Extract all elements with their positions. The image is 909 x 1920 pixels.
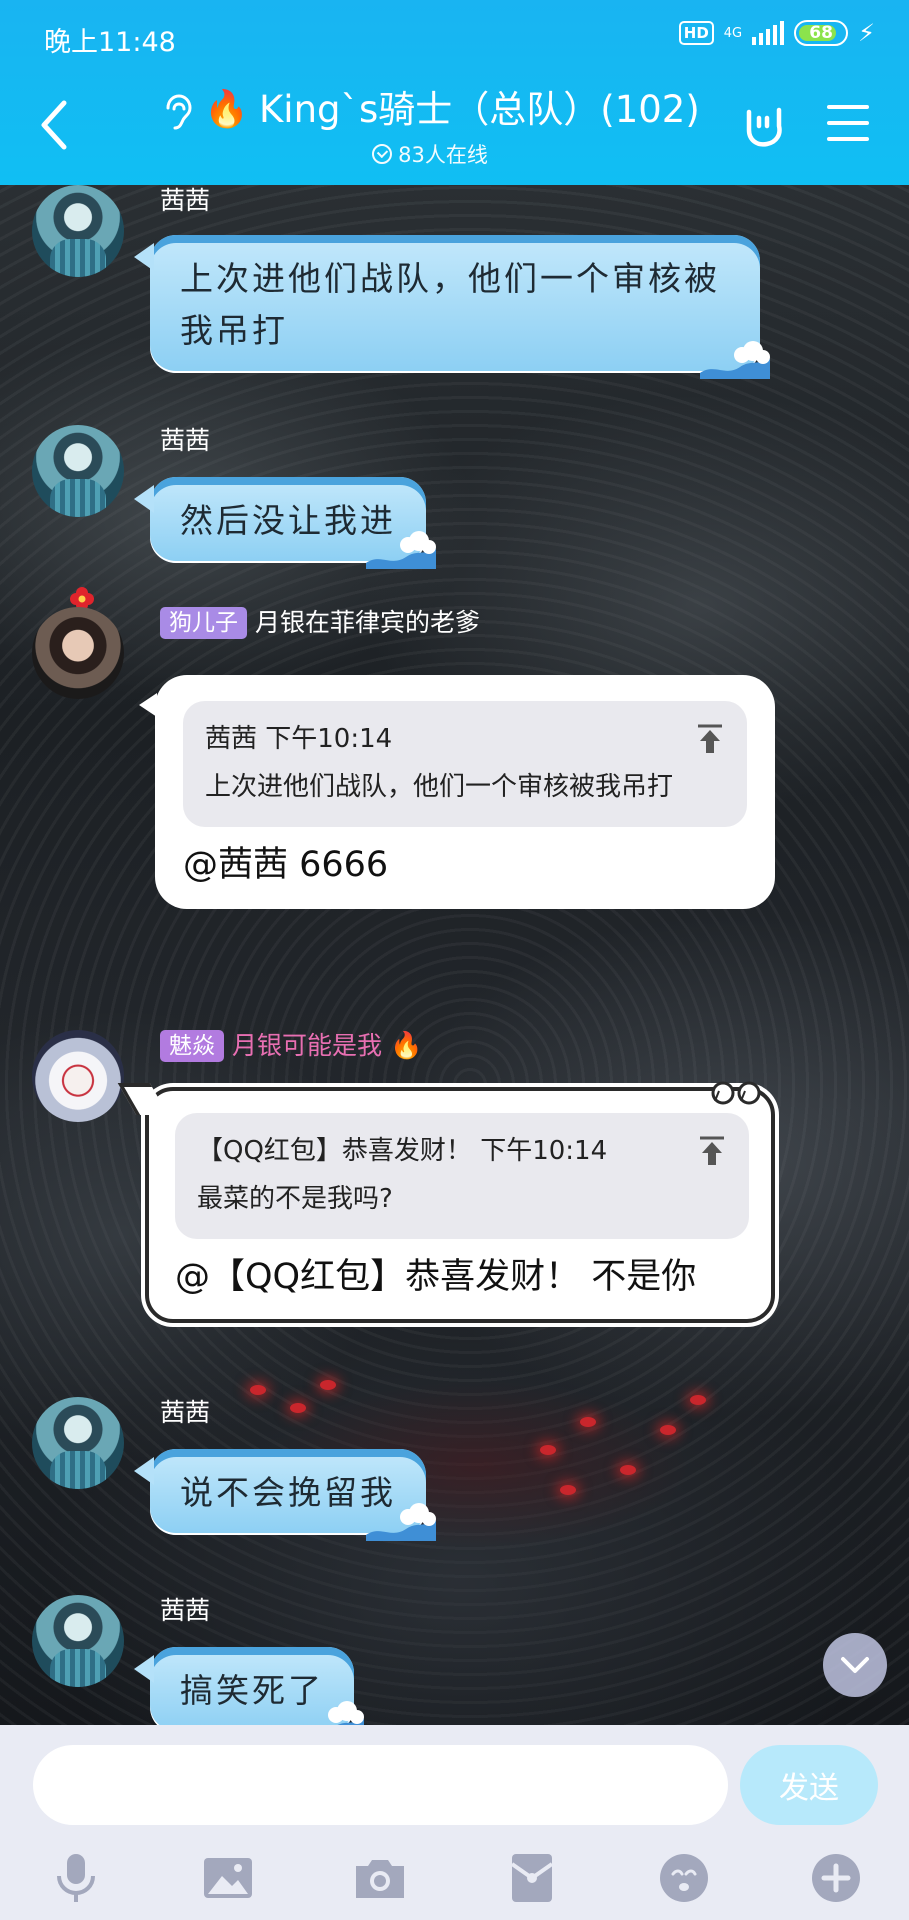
message-text: 说不会挽留我	[180, 1473, 396, 1512]
cloud-decoration-icon	[711, 1081, 761, 1105]
quote-text: 上次进他们战队，他们一个审核被我吊打	[205, 772, 674, 802]
jump-to-top-icon[interactable]	[697, 1135, 727, 1167]
wave-decoration-icon	[700, 341, 770, 379]
reply-bubble[interactable]: 茜茜 下午10:14 上次进他们战队，他们一个审核被我吊打 @茜茜 6666	[139, 675, 775, 909]
quote-text: 最菜的不是我吗?	[197, 1184, 393, 1214]
quote-header: 【QQ红包】恭喜发财！ 下午10:14	[197, 1136, 608, 1166]
quoted-message[interactable]: 茜茜 下午10:14 上次进他们战队，他们一个审核被我吊打	[183, 701, 747, 827]
camera-icon	[356, 1860, 404, 1898]
reply-text: @茜茜 6666	[183, 845, 389, 885]
hd-badge: HD	[678, 21, 714, 45]
emoji-button[interactable]	[656, 1850, 712, 1906]
message-bubble[interactable]: 说不会挽留我	[134, 1449, 436, 1541]
avatar[interactable]	[32, 1595, 124, 1687]
network-type: 4G	[723, 25, 743, 41]
rock-hand-button[interactable]	[739, 100, 789, 150]
reply-text: @【QQ红包】恭喜发财！ 不是你	[175, 1257, 697, 1297]
scroll-to-bottom-button[interactable]	[823, 1633, 887, 1697]
composer-bar: 发送	[0, 1725, 909, 1920]
wave-decoration-icon	[328, 1701, 364, 1725]
rock-hand-icon	[746, 107, 782, 147]
avatar[interactable]	[32, 607, 124, 699]
wave-decoration-icon	[366, 531, 436, 569]
chat-header: 🔥 King`s骑士（总队）(102) 83人在线	[0, 75, 909, 185]
online-count-row: 83人在线	[150, 139, 710, 169]
sender-name: 茜茜	[160, 426, 211, 455]
sender-name: 魅焱 月银可能是我 🔥	[160, 1030, 422, 1062]
image-button[interactable]	[200, 1850, 256, 1906]
message-bubble[interactable]: 上次进他们战队，他们一个审核被我吊打	[134, 235, 770, 379]
chat-title: King`s骑士（总队）(102)	[259, 88, 700, 131]
jump-to-top-icon[interactable]	[695, 723, 725, 755]
sender-name: 茜茜	[160, 1398, 211, 1427]
sender-name: 狗儿子 月银在菲律宾的老爹	[160, 607, 480, 639]
red-packet-icon	[510, 1854, 554, 1902]
microphone-icon	[57, 1854, 95, 1902]
back-icon	[41, 100, 67, 150]
more-button[interactable]	[808, 1850, 864, 1906]
avatar[interactable]	[32, 1030, 124, 1122]
emoji-icon	[660, 1854, 708, 1902]
ear-icon	[160, 85, 194, 135]
image-icon	[204, 1858, 252, 1898]
quoted-message[interactable]: 【QQ红包】恭喜发财！ 下午10:14 最菜的不是我吗?	[175, 1113, 749, 1239]
status-time: 晚上11:48	[44, 27, 176, 58]
message-bubble[interactable]: 搞笑死了	[134, 1647, 364, 1725]
reply-bubble[interactable]: 【QQ红包】恭喜发财！ 下午10:14 最菜的不是我吗? @【QQ红包】恭喜发财…	[145, 1081, 775, 1323]
chat-area[interactable]: 茜茜 上次进他们战队，他们一个审核被我吊打 茜茜 然后没让我进 狗儿子 月银在菲…	[0, 185, 909, 1725]
message-text: 上次进他们战队，他们一个审核被我吊打	[180, 259, 720, 350]
avatar[interactable]	[32, 1397, 124, 1489]
battery-icon: 68	[794, 20, 849, 46]
online-check-icon	[372, 144, 393, 164]
back-button[interactable]	[30, 95, 80, 155]
send-button[interactable]: 发送	[740, 1745, 878, 1825]
avatar[interactable]	[32, 185, 124, 277]
message-text: 然后没让我进	[180, 501, 396, 540]
voice-button[interactable]	[48, 1850, 104, 1906]
avatar[interactable]	[32, 425, 124, 517]
message-input[interactable]	[33, 1745, 728, 1825]
quote-header: 茜茜 下午10:14	[205, 724, 393, 754]
chat-title-area[interactable]: 🔥 King`s骑士（总队）(102) 83人在线	[150, 85, 710, 169]
sender-name: 茜茜	[160, 186, 211, 215]
message-bubble[interactable]: 然后没让我进	[134, 477, 436, 569]
flame-icon: 🔥	[390, 1031, 423, 1061]
wave-decoration-icon	[366, 1503, 436, 1541]
chevron-down-icon	[841, 1657, 869, 1673]
top-bar: 晚上11:48 HD 4G 68 ⚡ 🔥 King`s骑士（总队）(102) 8…	[0, 0, 909, 185]
camera-button[interactable]	[352, 1850, 408, 1906]
battery-level: 68	[809, 23, 833, 43]
charging-icon: ⚡	[858, 19, 875, 47]
menu-button[interactable]	[827, 105, 869, 145]
red-packet-button[interactable]	[504, 1850, 560, 1906]
plus-icon	[812, 1854, 860, 1902]
online-count: 83人在线	[398, 143, 488, 167]
signal-icon	[752, 21, 785, 45]
flame-icon: 🔥	[204, 89, 250, 130]
status-right: HD 4G 68 ⚡	[678, 19, 875, 47]
sender-name: 茜茜	[160, 1596, 211, 1625]
member-tag: 狗儿子	[160, 607, 247, 639]
status-bar: 晚上11:48 HD 4G 68 ⚡	[0, 0, 909, 75]
input-toolbar	[0, 1850, 909, 1910]
member-tag: 魅焱	[160, 1030, 224, 1062]
